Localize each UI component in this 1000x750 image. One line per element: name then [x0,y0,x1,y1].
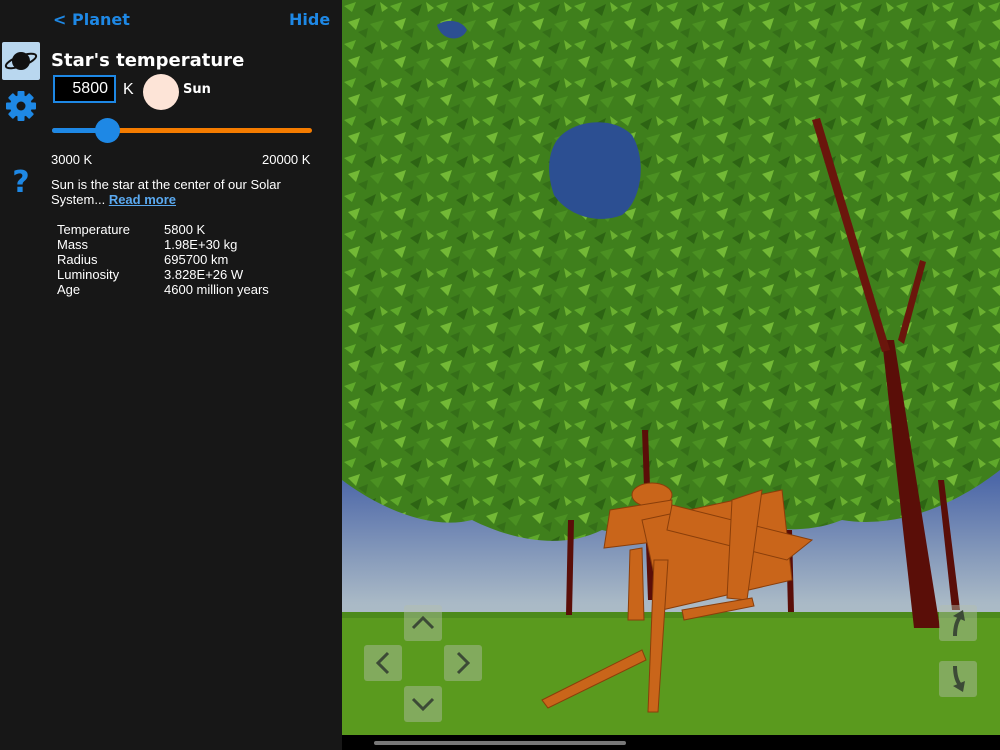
icon-rail: ? [0,0,42,750]
property-value: 695700 km [164,252,229,267]
move-left-button[interactable] [364,645,402,681]
property-value: 4600 million years [164,282,269,297]
read-more-link[interactable]: Read more [109,192,176,207]
planet-tab-button[interactable] [2,42,40,80]
gear-icon [6,91,36,121]
slider-min-label: 3000 K [51,152,93,167]
property-value: 5800 K [164,222,206,237]
side-panel: ? < Planet Hide Star's temperature K Sun… [0,0,342,750]
settings-button[interactable] [2,87,40,125]
temperature-input[interactable] [53,75,116,103]
property-label: Luminosity [57,267,120,282]
curved-arrow-down-icon [953,665,965,692]
star-description: Sun is the star at the center of our Sol… [51,177,301,207]
slider-thumb[interactable] [94,118,120,143]
forest-3d-view[interactable] [342,0,1000,735]
move-up-button[interactable] [939,605,977,641]
property-row: Radius 695700 km [57,252,269,267]
chevron-right-icon [456,651,471,675]
property-row: Luminosity 3.828E+26 W [57,267,269,282]
help-button[interactable]: ? [2,163,40,201]
planet-icon [4,52,38,70]
curved-arrow-up-icon [953,610,965,637]
help-icon: ? [12,164,30,200]
hide-panel-link[interactable]: Hide [289,10,330,29]
chevron-down-icon [411,697,435,712]
property-value: 3.828E+26 W [164,267,244,282]
chevron-up-icon [411,615,435,630]
temperature-slider[interactable] [52,118,312,143]
move-right-button[interactable] [444,645,482,681]
property-label: Temperature [57,222,130,237]
move-forward-button[interactable] [404,605,442,641]
star-name: Sun [183,82,211,97]
property-value: 1.98E+30 kg [164,237,238,252]
move-back-button[interactable] [404,686,442,722]
move-down-button[interactable] [939,661,977,697]
property-label: Age [57,282,81,297]
temperature-unit: K [123,81,134,98]
back-to-planet-link[interactable]: < Planet [53,10,130,29]
property-label: Mass [57,237,89,252]
chevron-left-icon [375,651,390,675]
property-label: Radius [57,252,98,267]
property-row: Temperature 5800 K [57,222,269,237]
star-color-swatch [143,74,179,110]
property-row: Mass 1.98E+30 kg [57,237,269,252]
slider-max-label: 20000 K [262,152,311,167]
home-indicator[interactable] [374,741,626,745]
properties-table: Temperature 5800 K Mass 1.98E+30 kg Radius 69… [57,222,269,297]
panel-title: Star's temperature [51,50,245,71]
property-row: Age 4600 million years [57,282,269,297]
